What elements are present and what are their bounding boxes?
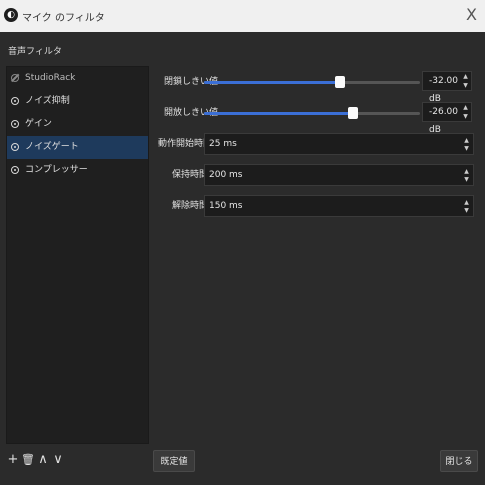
chevron-down-icon[interactable]: ▼ (463, 145, 470, 152)
chevron-down-icon[interactable]: ▼ (462, 113, 469, 120)
filter-item-label: StudioRack (25, 73, 76, 83)
move-down-button[interactable]: ∨ (51, 452, 65, 468)
open-threshold-slider[interactable] (204, 107, 420, 119)
chevron-up-icon[interactable]: ▲ (462, 73, 469, 80)
chevron-down-icon[interactable]: ▼ (463, 207, 470, 214)
release-time-value: 150 ms (209, 201, 243, 211)
release-time-spinbox[interactable]: 150 ms ▲ ▼ (204, 195, 474, 217)
obs-logo-icon: ◐ (4, 8, 18, 22)
open-threshold-row: 開放しきい値 -26.00 dB ▲ ▼ (152, 102, 477, 135)
chevron-up-icon[interactable]: ▲ (462, 104, 469, 111)
attack-time-spinbox[interactable]: 25 ms ▲ ▼ (204, 133, 474, 155)
hold-time-value: 200 ms (209, 170, 243, 180)
slider-thumb[interactable] (348, 107, 359, 119)
visibility-icon[interactable] (11, 120, 19, 128)
close-threshold-value: -32.00 dB (429, 76, 459, 104)
close-button[interactable]: 閉じる (440, 450, 478, 472)
move-up-button[interactable]: ∧ (36, 452, 50, 468)
open-threshold-spinbox[interactable]: -26.00 dB ▲ ▼ (422, 102, 472, 135)
attack-time-value: 25 ms (209, 139, 237, 149)
filter-item-label: ゲイン (25, 119, 52, 129)
visibility-icon[interactable] (11, 97, 19, 105)
slider-thumb[interactable] (335, 76, 346, 88)
close-threshold-row: 閉鎖しきい値 -32.00 dB ▲ ▼ (152, 71, 477, 104)
close-window-button[interactable]: X (466, 5, 477, 25)
filter-item-noise-gate[interactable]: ノイズゲート (7, 136, 148, 159)
filter-item-noise-suppression[interactable]: ノイズ抑制 (7, 90, 148, 113)
release-time-row: 解除時間 150 ms ▲ ▼ (152, 195, 477, 217)
add-filter-button[interactable]: + (6, 452, 20, 468)
chevron-down-icon[interactable]: ▼ (463, 176, 470, 183)
visibility-icon[interactable] (11, 143, 19, 151)
window-title: マイク のフィルタ (22, 13, 105, 24)
defaults-button[interactable]: 既定値 (153, 450, 195, 472)
chevron-up-icon[interactable]: ▲ (463, 168, 470, 175)
filter-list[interactable]: StudioRack ノイズ抑制 ゲイン ノイズゲート コンプレッサー (6, 66, 149, 444)
filter-item-label: コンプレッサー (25, 165, 88, 175)
audio-filters-label: 音声フィルタ (8, 47, 62, 57)
release-time-label: 解除時間 (172, 201, 209, 211)
chevron-up-icon[interactable]: ▲ (463, 137, 470, 144)
slider-fill (204, 112, 354, 115)
open-threshold-value: -26.00 dB (429, 107, 459, 135)
filter-item-label: ノイズゲート (25, 142, 79, 152)
title-bar: ◐ マイク のフィルタ X (0, 0, 485, 32)
close-threshold-spinbox[interactable]: -32.00 dB ▲ ▼ (422, 71, 472, 104)
close-threshold-slider[interactable] (204, 76, 420, 88)
filter-item-gain[interactable]: ゲイン (7, 113, 148, 136)
filter-item-studiorack[interactable]: StudioRack (7, 67, 148, 90)
visibility-off-icon[interactable] (11, 74, 19, 82)
slider-fill (204, 81, 341, 84)
chevron-down-icon[interactable]: ▼ (462, 82, 469, 89)
hold-time-row: 保持時間 200 ms ▲ ▼ (152, 164, 477, 186)
chevron-up-icon[interactable]: ▲ (463, 199, 470, 206)
hold-time-label: 保持時間 (172, 170, 209, 180)
filter-item-label: ノイズ抑制 (25, 96, 70, 106)
filter-item-compressor[interactable]: コンプレッサー (7, 159, 148, 182)
attack-time-row: 動作開始時間 25 ms ▲ ▼ (152, 133, 477, 155)
visibility-icon[interactable] (11, 166, 19, 174)
hold-time-spinbox[interactable]: 200 ms ▲ ▼ (204, 164, 474, 186)
trash-icon[interactable]: 🗑 (21, 452, 35, 468)
